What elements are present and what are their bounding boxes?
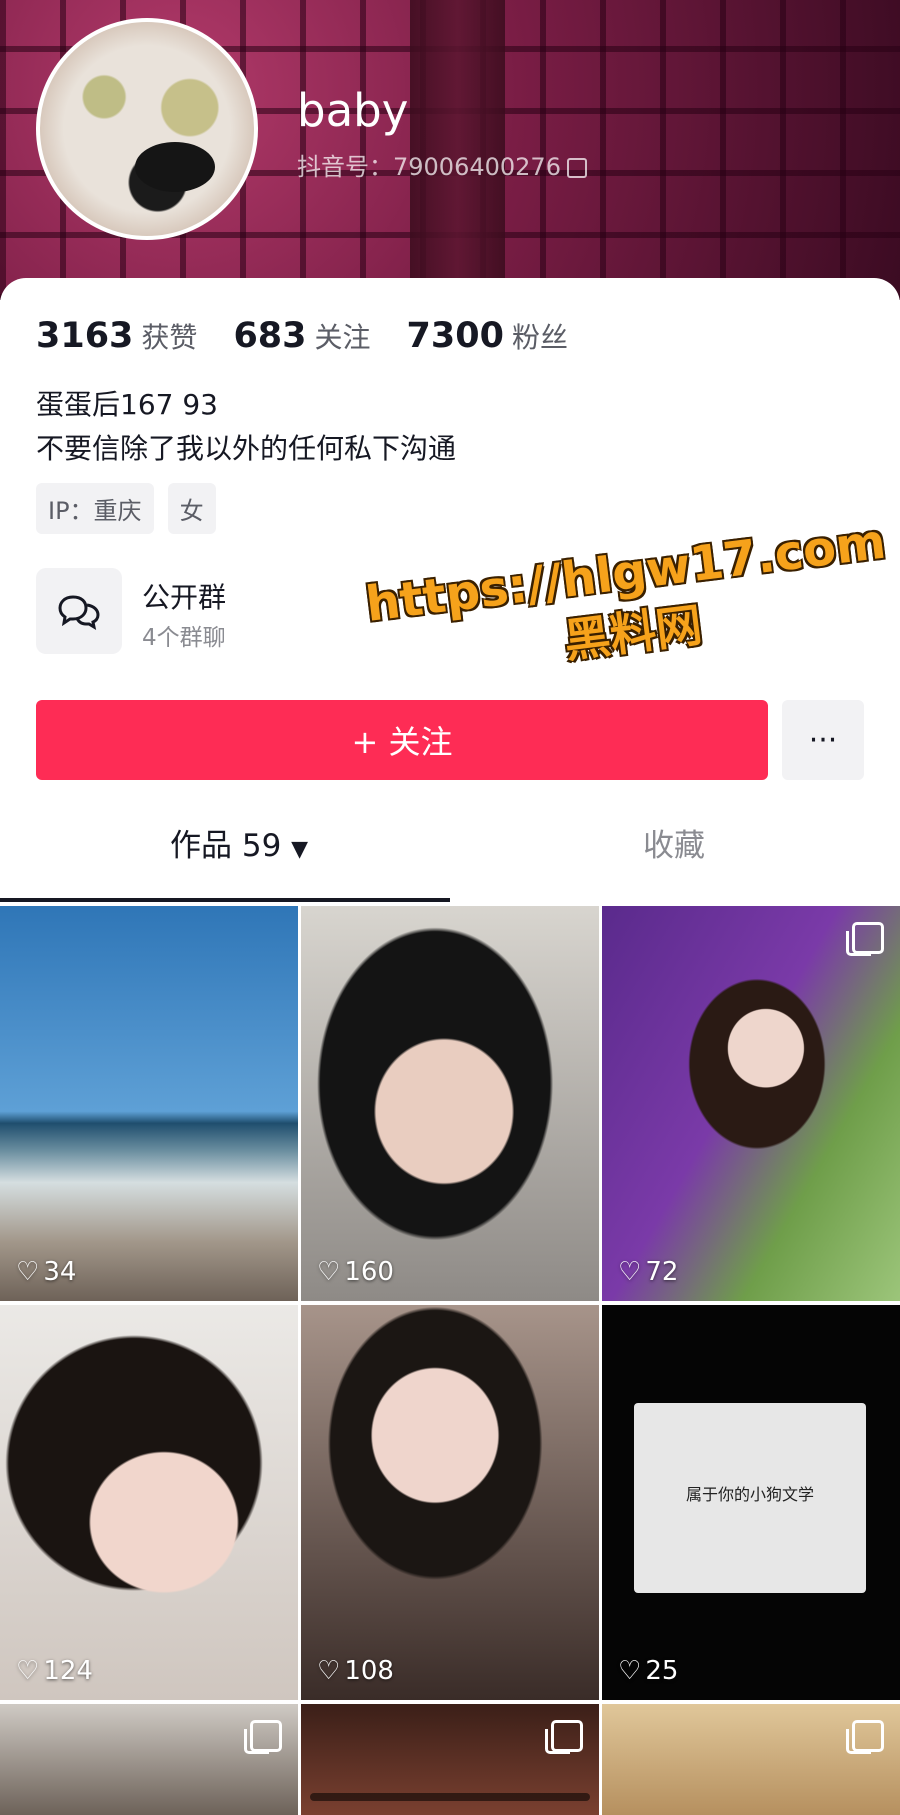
multi-image-icon <box>846 1720 884 1754</box>
tag-gender: 女 <box>167 483 216 534</box>
video-tile[interactable] <box>0 1704 298 1815</box>
douyin-id-text: 抖音号：79006400276 <box>297 153 561 181</box>
tab-active-indicator <box>0 898 450 902</box>
bio-line-1: 蛋蛋后167 93 <box>36 388 218 421</box>
like-count: ♡ 34 <box>16 1257 76 1287</box>
stat-value: 683 <box>233 316 307 356</box>
multi-image-icon <box>846 922 884 956</box>
like-count: ♡ 108 <box>317 1656 394 1686</box>
video-tile[interactable]: 属于你的小狗文学 ♡ 25 <box>602 1305 900 1700</box>
group-title: 公开群 <box>142 581 227 614</box>
stat-label: 获赞 <box>141 321 198 354</box>
stat-label: 关注 <box>314 321 371 354</box>
like-count-value: 72 <box>645 1257 679 1287</box>
caret-down-icon: ▼ <box>291 837 309 862</box>
content-tabs: 作品 59 ▼ 收藏 <box>0 820 900 904</box>
heart-icon: ♡ <box>618 1257 642 1287</box>
like-count: ♡ 25 <box>618 1656 678 1686</box>
stat-likes[interactable]: 3163 获赞 <box>36 316 197 356</box>
bio: 蛋蛋后167 93 不要信除了我以外的任何私下沟通 <box>36 383 456 471</box>
username: baby <box>297 84 409 137</box>
follow-button[interactable]: + 关注 <box>36 700 768 780</box>
multi-image-icon <box>545 1720 583 1754</box>
like-count: ♡ 124 <box>16 1656 93 1686</box>
heart-icon: ♡ <box>16 1257 40 1287</box>
heart-icon: ♡ <box>618 1656 642 1686</box>
like-count: ♡ 160 <box>317 1257 394 1287</box>
video-tile[interactable]: ♡ 72 <box>602 906 900 1301</box>
tab-favorites[interactable]: 收藏 <box>643 820 705 865</box>
stat-value: 3163 <box>36 316 134 356</box>
heart-icon: ♡ <box>317 1656 341 1686</box>
like-count: ♡ 72 <box>618 1257 678 1287</box>
group-chat-icon <box>36 568 122 654</box>
group-subtitle: 4个群聊 <box>142 625 226 651</box>
screen-photo: 属于你的小狗文学 <box>634 1403 866 1593</box>
tab-works[interactable]: 作品 59 ▼ <box>170 820 308 865</box>
douyin-id[interactable]: 抖音号：79006400276 <box>297 147 587 182</box>
home-indicator[interactable] <box>310 1793 590 1801</box>
stat-value: 7300 <box>406 316 504 356</box>
copy-icon[interactable] <box>566 158 587 178</box>
like-count-value: 25 <box>645 1656 679 1686</box>
avatar[interactable] <box>36 18 258 240</box>
like-count-value: 160 <box>344 1257 394 1287</box>
multi-image-icon <box>244 1720 282 1754</box>
video-tile[interactable]: ♡ 124 <box>0 1305 298 1700</box>
tags-row: IP：重庆 女 <box>36 483 216 534</box>
stat-label: 粉丝 <box>511 321 568 354</box>
like-count-value: 124 <box>43 1656 93 1686</box>
stat-followers[interactable]: 7300 粉丝 <box>407 316 568 356</box>
video-tile[interactable]: ♡ 160 <box>301 906 599 1301</box>
video-tile[interactable]: ♡ 34 <box>0 906 298 1301</box>
tag-ip: IP：重庆 <box>36 483 154 534</box>
heart-icon: ♡ <box>16 1656 40 1686</box>
like-count-value: 108 <box>344 1656 394 1686</box>
stats-row: 3163 获赞 683 关注 7300 粉丝 <box>36 316 568 356</box>
screen-caption: 属于你的小狗文学 <box>685 1485 814 1504</box>
video-tile[interactable] <box>602 1704 900 1815</box>
video-tile[interactable]: ♡ 108 <box>301 1305 599 1700</box>
tab-works-label: 作品 59 <box>170 828 282 864</box>
stat-following[interactable]: 683 关注 <box>233 316 370 356</box>
heart-icon: ♡ <box>317 1257 341 1287</box>
bio-line-2: 不要信除了我以外的任何私下沟通 <box>36 432 457 465</box>
more-options-button[interactable]: ··· <box>782 700 864 780</box>
like-count-value: 34 <box>43 1257 77 1287</box>
